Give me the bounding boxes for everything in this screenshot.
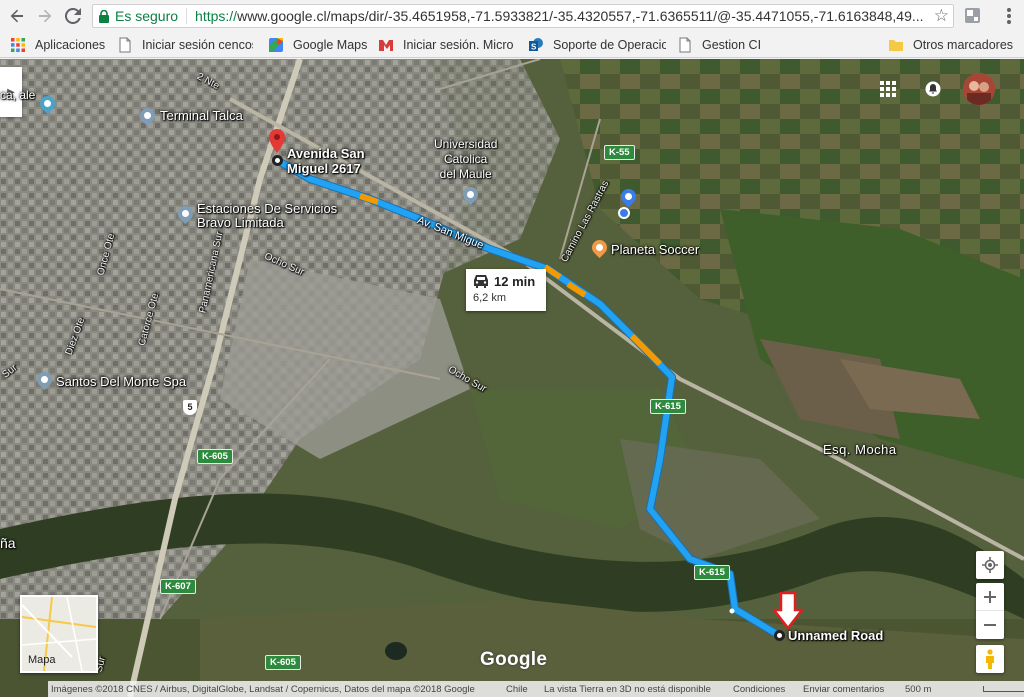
browser-toolbar: Es seguro https:// www.google.cl/maps/di… [0,0,1024,32]
svg-text:S: S [531,43,537,52]
page-icon [679,37,691,53]
url-scheme: https:// [195,8,238,24]
google-maps-icon [269,38,283,52]
bookmark-otros[interactable]: Otros marcadores [888,37,1013,53]
place-estaciones[interactable]: Estaciones De Servicios Bravo Limitada [197,202,337,230]
lock-icon[interactable] [93,9,115,23]
secure-label: Es seguro [115,8,188,24]
bookmark-apps[interactable]: Aplicaciones [10,37,105,53]
place-universidad[interactable]: Universidad Catolica del Maule [434,137,497,182]
route-time: 12 min [494,274,536,289]
earth-3d-notice: La vista Tierra en 3D no está disponible [544,683,711,695]
place-terminal-talca[interactable]: Terminal Talca [160,108,243,123]
road-badge: K-607 [160,579,196,594]
bookmark-gestion[interactable]: Gestion CI [677,37,761,53]
bookmark-label: Iniciar sesión cencos [142,38,253,52]
page-icon [119,37,131,53]
pegman-button[interactable] [976,645,1004,673]
route-info-card[interactable]: 12 min 6,2 km [466,269,546,311]
car-icon [474,275,488,288]
bookmark-label: Google Maps [293,38,368,52]
road-badge: K-55 [604,145,635,160]
road-badge: K-605 [265,655,301,670]
notifications-icon[interactable] [922,78,944,100]
zoom-out-button[interactable] [976,611,1004,639]
bookmark-google-maps[interactable]: Google Maps [268,37,367,53]
zoom-controls [976,583,1004,639]
road-badge: K-605 [197,449,233,464]
folder-icon [889,40,903,51]
map-type-label: Mapa [28,654,56,666]
bookmark-label: Aplicaciones [35,38,106,52]
country-link[interactable]: Chile [506,684,528,695]
scale-bar [983,686,1024,692]
bookmark-soporte[interactable]: S Soporte de Operacio [528,37,666,53]
map-type-toggle[interactable]: Mapa [20,595,98,673]
plus-icon [984,590,996,603]
place-esq-mocha: Esq. Mocha [823,442,897,457]
address-bar[interactable]: Es seguro https:// www.google.cl/maps/di… [92,4,954,28]
zoom-in-button[interactable] [976,583,1004,611]
attribution-bar: Imágenes ©2018 CNES / Airbus, DigitalGlo… [48,681,1024,697]
bookmark-label: Iniciar sesión. Micros [403,38,514,52]
red-m-icon [379,40,393,51]
extension-icon[interactable] [964,7,981,24]
origin-dot[interactable] [272,155,283,166]
google-apps-icon[interactable] [880,81,896,97]
bookmark-cencos[interactable]: Iniciar sesión cencos [117,37,253,53]
bookmarks-bar: Aplicaciones Iniciar sesión cencos Googl… [0,32,1024,58]
route-distance: 6,2 km [473,292,507,304]
road-badge: K-615 [694,565,730,580]
my-location-dot [618,207,630,219]
origin-label[interactable]: Avenida San Miguel 2617 [287,146,365,176]
place-santos-del-monte[interactable]: Santos Del Monte Spa [56,374,186,389]
forward-arrow-icon[interactable] [32,3,58,29]
avatar[interactable] [963,73,995,105]
browser-menu-icon[interactable] [1000,6,1018,26]
my-location-button[interactable] [976,551,1004,579]
scale-label[interactable]: 500 m [905,684,931,695]
edge-place-label: ña [0,535,16,551]
bookmark-label: Gestion CI [702,38,762,52]
terms-link[interactable]: Condiciones [733,684,785,695]
bookmark-label: Soporte de Operacio [553,38,666,52]
crosshair-icon[interactable] [976,551,1004,579]
minus-icon [984,624,996,626]
pegman-icon[interactable] [976,645,1004,673]
feedback-link[interactable]: Enviar comentarios [803,684,884,695]
reload-icon[interactable] [60,3,86,29]
bookmark-star-icon[interactable]: ☆ [934,6,949,26]
highway-shield: 5 [183,400,197,415]
bookmark-label: Otros marcadores [913,38,1014,52]
google-logo: Google [480,649,548,670]
bookmark-microsoft[interactable]: Iniciar sesión. Micros [378,37,514,53]
destination-label[interactable]: Unnamed Road [788,628,883,643]
satellite-map[interactable]: ▶ ca, ale Terminal Talca Universidad Cat… [0,59,1024,697]
sharepoint-icon: S [529,38,543,52]
back-arrow-icon[interactable] [4,3,30,29]
road-badge: K-615 [650,399,686,414]
origin-marker-icon[interactable] [269,129,285,158]
edge-place-label: ca, ale [0,88,36,102]
imagery-attribution: Imágenes ©2018 CNES / Airbus, DigitalGlo… [51,683,475,695]
apps-grid-icon [11,38,25,52]
destination-dot[interactable] [774,630,785,641]
url-text: www.google.cl/maps/dir/-35.4651958,-71.5… [237,8,924,24]
place-planeta-soccer[interactable]: Planeta Soccer [611,242,699,257]
